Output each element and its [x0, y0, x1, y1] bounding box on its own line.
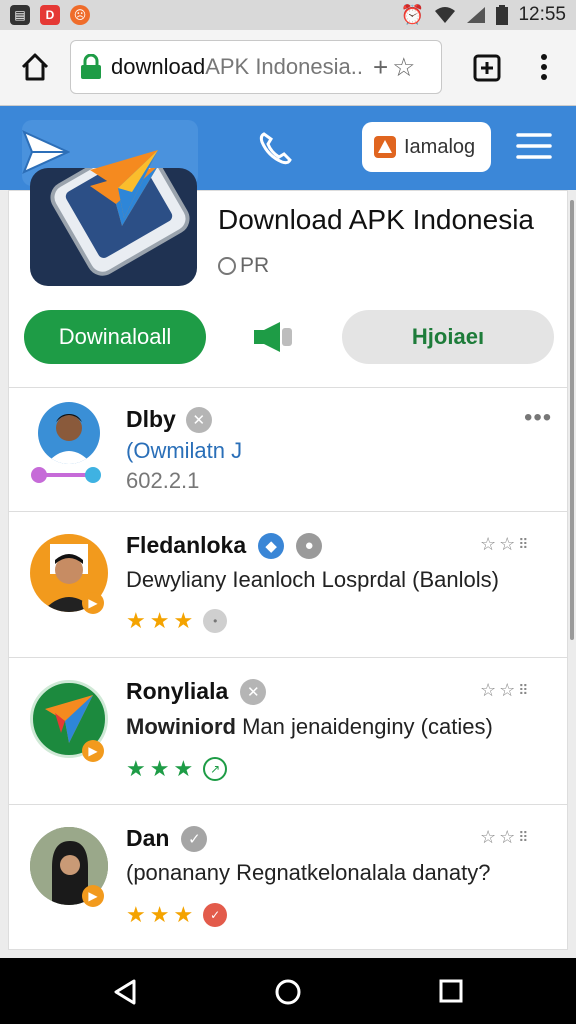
trend-icon: ↗: [203, 757, 228, 781]
url-path: APK Indonesia..: [205, 54, 363, 79]
add-icon[interactable]: +: [373, 52, 388, 83]
list-item[interactable]: Dlby ✕ (Owmilatn J 602.2.1 •••: [8, 388, 568, 511]
reviewer-name: Fledanloka: [126, 532, 247, 558]
url-host: download: [111, 54, 206, 79]
list-item[interactable]: ▶ Fledanloka ◆ ● Dewyliany Ieanloch Losp…: [8, 512, 568, 657]
star-icon: ★: [126, 902, 146, 927]
check-icon: ✓: [181, 825, 208, 852]
like-icon[interactable]: ✓: [203, 903, 228, 927]
reviewer-version: 602.2.1: [126, 468, 200, 493]
status-bar: ▤ D ☹ ⏰ 12:55: [0, 0, 576, 30]
list-item[interactable]: ▶ Dan ✓ (ponanany Regnatkelonalala danat…: [8, 805, 568, 950]
avatar: [38, 402, 100, 464]
scrollbar[interactable]: [570, 200, 574, 640]
back-icon[interactable]: [112, 978, 138, 1006]
play-icon: ▶: [82, 592, 104, 614]
play-icon: ▶: [82, 740, 104, 762]
publisher-icon: [218, 257, 236, 275]
more-icon[interactable]: •: [203, 609, 228, 633]
paper-plane-icon: [90, 150, 158, 218]
notification-icon: D: [40, 5, 60, 25]
search-label: Iamalog: [404, 135, 476, 158]
play-icon: ▶: [82, 885, 104, 907]
signal-icon: [467, 7, 486, 23]
star-icon: ★: [149, 756, 170, 781]
app-subtitle: PR: [218, 254, 269, 278]
more-vert-icon[interactable]: [538, 52, 550, 82]
download-button[interactable]: Dowinaloall: [24, 310, 206, 364]
url-bar[interactable]: download APK Indonesia.. + ☆: [70, 40, 442, 94]
close-icon[interactable]: ✕: [240, 678, 267, 705]
secondary-button[interactable]: Hjoiaeı: [342, 310, 554, 364]
review-text: (ponanany Regnatkelonalala danaty?: [126, 860, 491, 885]
reviewer-text: (Owmilatn J: [126, 438, 243, 463]
app-logo-icon: [374, 136, 396, 158]
app-title: Download APK Indonesia: [218, 204, 534, 235]
reviewer-name: Dlby: [126, 406, 176, 432]
home-icon[interactable]: [20, 52, 50, 82]
hamburger-menu-icon[interactable]: [516, 132, 552, 160]
rate-stars[interactable]: ☆ ☆ ⠿: [480, 680, 529, 701]
list-item[interactable]: ▶ Ronyliala ✕ Mowiniord Man jenaidenginy…: [8, 658, 568, 804]
search-button[interactable]: Iamalog: [362, 122, 491, 172]
megaphone-icon[interactable]: [250, 320, 294, 354]
battery-icon: [496, 5, 509, 25]
navigation-bar: [0, 958, 576, 1024]
reviewer-name: Dan: [126, 825, 170, 851]
reviewer-name: Ronyliala: [126, 678, 229, 704]
close-icon[interactable]: ✕: [185, 406, 212, 433]
star-rating: ★ ★ ★ ↗: [126, 756, 228, 782]
star-rating: ★ ★ ★ ✓: [126, 902, 228, 928]
rate-stars[interactable]: ☆ ☆ ⠿: [480, 827, 529, 848]
phone-icon[interactable]: [258, 130, 292, 166]
more-horiz-icon[interactable]: •••: [524, 404, 552, 432]
star-rating: ★ ★ ★ •: [126, 608, 228, 634]
wifi-icon: [435, 7, 456, 23]
emoji-icon: ☹: [70, 5, 90, 25]
star-icon: ★: [126, 756, 146, 781]
browser-toolbar: download APK Indonesia.. + ☆: [0, 30, 576, 106]
home-nav-icon[interactable]: [274, 978, 302, 1006]
star-icon: ★: [149, 902, 170, 927]
star-icon: ★: [173, 608, 194, 633]
clock: 12:55: [518, 4, 566, 25]
new-tab-icon[interactable]: [473, 54, 501, 82]
star-icon[interactable]: ☆: [392, 52, 415, 83]
star-icon: ★: [173, 756, 194, 781]
lock-icon: [81, 54, 101, 79]
verified-icon: ◆: [258, 532, 285, 559]
review-text: Dewyliany Ieanloch Losprdal (Banlols): [126, 567, 499, 592]
alarm-icon: ⏰: [400, 5, 425, 26]
star-icon: ★: [149, 608, 170, 633]
star-icon: ★: [126, 608, 146, 633]
rate-stars[interactable]: ☆ ☆ ⠿: [480, 534, 529, 555]
star-icon: ★: [173, 902, 194, 927]
user-icon: ●: [296, 532, 323, 559]
progress-indicator: [30, 466, 102, 484]
review-text: Mowiniord Man jenaidenginy (caties): [126, 714, 493, 739]
notification-icon: ▤: [10, 5, 30, 25]
recents-icon[interactable]: [438, 978, 464, 1004]
